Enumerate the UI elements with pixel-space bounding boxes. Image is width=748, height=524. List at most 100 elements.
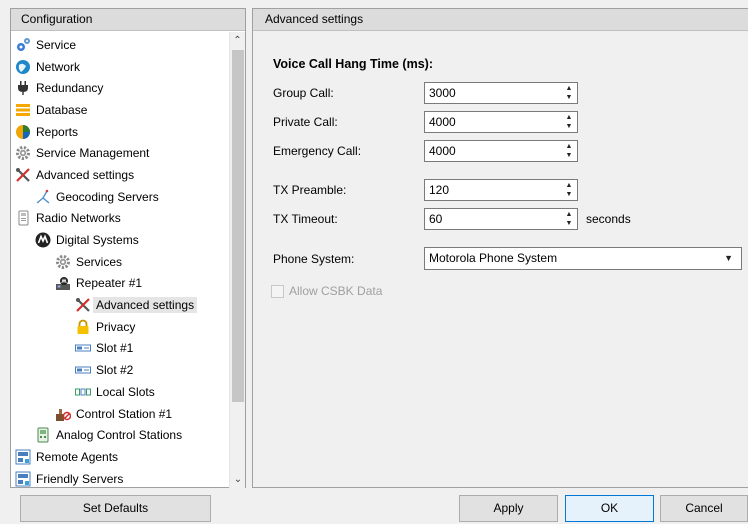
tree-item[interactable]: Radio Networks — [11, 208, 231, 230]
tree-item[interactable]: Analog Control Stations — [11, 424, 231, 446]
tree-item[interactable]: Services — [11, 251, 231, 273]
gear-icon — [55, 254, 71, 270]
tree-item-label: Remote Agents — [36, 449, 119, 464]
private-call-value[interactable]: 4000 — [429, 115, 456, 129]
tree-item[interactable]: Redundancy — [11, 77, 231, 99]
tree-item[interactable]: Advanced settings — [11, 294, 231, 316]
motorola-logo-icon — [35, 232, 51, 248]
tx-timeout-value[interactable]: 60 — [429, 212, 442, 226]
phone-system-value[interactable]: Motorola Phone System — [429, 251, 557, 265]
tree-item[interactable]: Database — [11, 99, 231, 121]
tree-item-label: Analog Control Stations — [56, 428, 183, 443]
private-call-spinbox[interactable]: 4000 ▲ ▼ — [424, 111, 578, 133]
tree-item-label: Repeater #1 — [76, 276, 143, 291]
tools-icon — [75, 297, 91, 313]
lock-icon — [75, 319, 91, 335]
tree-item-label: Radio Networks — [36, 211, 121, 226]
advanced-settings-panel: Advanced settings Voice Call Hang Time (… — [252, 8, 748, 488]
tx-timeout-label: TX Timeout: — [273, 212, 338, 226]
slot-icon — [75, 362, 91, 378]
phone-system-label: Phone System: — [273, 252, 355, 266]
spinner-arrows-icon[interactable]: ▲ ▼ — [561, 180, 577, 200]
analog-station-icon — [35, 427, 51, 443]
tree-item[interactable]: Reports — [11, 121, 231, 143]
tree-item-label: Advanced settings — [93, 297, 198, 314]
group-call-value[interactable]: 3000 — [429, 86, 456, 100]
tree-item-label: Reports — [36, 124, 79, 139]
tree-item[interactable]: Geocoding Servers — [11, 186, 231, 208]
configuration-panel: Configuration Service Network Redundancy Da… — [10, 8, 246, 488]
tx-preamble-value[interactable]: 120 — [429, 183, 449, 197]
emergency-call-value[interactable]: 4000 — [429, 144, 456, 158]
allow-csbk-checkbox[interactable] — [271, 284, 284, 298]
remote-agents-icon — [15, 449, 31, 465]
database-icon — [15, 102, 31, 118]
tree-item[interactable]: Control Station #1 — [11, 403, 231, 425]
tree-item-label: Services — [76, 254, 123, 269]
tree-item[interactable]: Repeater #1 — [11, 273, 231, 295]
ok-button[interactable]: OK — [565, 495, 654, 522]
tree-item-label: Privacy — [96, 319, 136, 334]
spinner-arrows-icon[interactable]: ▲ ▼ — [561, 141, 577, 161]
tx-preamble-label: TX Preamble: — [273, 183, 347, 197]
tree-item-label: Geocoding Servers — [56, 189, 159, 204]
repeater-icon — [55, 275, 71, 291]
advanced-settings-header: Advanced settings — [253, 9, 748, 31]
set-defaults-button[interactable]: Set Defaults — [20, 495, 211, 522]
tree-item-label: Slot #2 — [96, 363, 134, 378]
tree-item[interactable]: Remote Agents — [11, 446, 231, 468]
tree-scrollbar[interactable]: ⌃ ⌄ — [229, 32, 245, 488]
gear-icon — [15, 145, 31, 161]
tree-item[interactable]: Slot #2 — [11, 359, 231, 381]
scroll-up-icon[interactable]: ⌃ — [230, 32, 245, 49]
tree-item[interactable]: Digital Systems — [11, 229, 231, 251]
scroll-down-icon[interactable]: ⌄ — [230, 471, 246, 488]
tree-item[interactable]: Service — [11, 34, 231, 56]
tree-item-label: Digital Systems — [56, 233, 139, 248]
tree-item-label: Service — [36, 37, 77, 52]
tree-item[interactable]: Privacy — [11, 316, 231, 338]
tree-item[interactable]: Local Slots — [11, 381, 231, 403]
tree-item[interactable]: Advanced settings — [11, 164, 231, 186]
emergency-call-spinbox[interactable]: 4000 ▲ ▼ — [424, 140, 578, 162]
slot-icon — [75, 340, 91, 356]
tree-item[interactable]: Service Management — [11, 142, 231, 164]
network-globe-icon — [15, 59, 31, 75]
tree-item-label: Friendly Servers — [36, 471, 124, 486]
tree-item[interactable]: Network — [11, 56, 231, 78]
tree-item-label: Local Slots — [96, 384, 155, 399]
geocoding-icon — [35, 189, 51, 205]
allow-csbk-label: Allow CSBK Data — [289, 284, 383, 298]
spinner-arrows-icon[interactable]: ▲ ▼ — [561, 112, 577, 132]
apply-button[interactable]: Apply — [459, 495, 558, 522]
local-slots-icon — [75, 384, 91, 400]
phone-system-dropdown[interactable]: Motorola Phone System ▼ — [424, 247, 742, 270]
tree-item-label: Advanced settings — [36, 167, 135, 182]
control-station-icon — [55, 406, 72, 422]
tree-item[interactable]: Slot #1 — [11, 338, 231, 360]
service-gears-icon — [15, 37, 31, 53]
tools-icon — [15, 167, 31, 183]
group-call-label: Group Call: — [273, 86, 334, 100]
tree-item-label: Slot #1 — [96, 341, 134, 356]
reports-icon — [15, 124, 31, 140]
group-call-spinbox[interactable]: 3000 ▲ ▼ — [424, 82, 578, 104]
tree-item[interactable]: Friendly Servers — [11, 468, 231, 488]
redundancy-plug-icon — [15, 80, 31, 96]
tree-item-label: Network — [36, 59, 81, 74]
tree-item-label: Control Station #1 — [76, 406, 173, 421]
tree-item-label: Redundancy — [36, 81, 104, 96]
spinner-arrows-icon[interactable]: ▲ ▼ — [561, 83, 577, 103]
tree-item-label: Service Management — [36, 146, 150, 161]
chevron-down-icon[interactable]: ▼ — [724, 248, 733, 269]
configuration-tree[interactable]: Service Network Redundancy Database Reports S… — [11, 32, 231, 488]
spinner-arrows-icon[interactable]: ▲ ▼ — [561, 209, 577, 229]
voice-call-hang-time-title: Voice Call Hang Time (ms): — [273, 57, 433, 71]
radio-networks-icon — [15, 210, 31, 226]
scroll-thumb[interactable] — [232, 50, 244, 402]
cancel-button[interactable]: Cancel — [660, 495, 748, 522]
emergency-call-label: Emergency Call: — [273, 144, 362, 158]
tx-timeout-spinbox[interactable]: 60 ▲ ▼ — [424, 208, 578, 230]
tx-timeout-unit: seconds — [586, 212, 631, 226]
tx-preamble-spinbox[interactable]: 120 ▲ ▼ — [424, 179, 578, 201]
